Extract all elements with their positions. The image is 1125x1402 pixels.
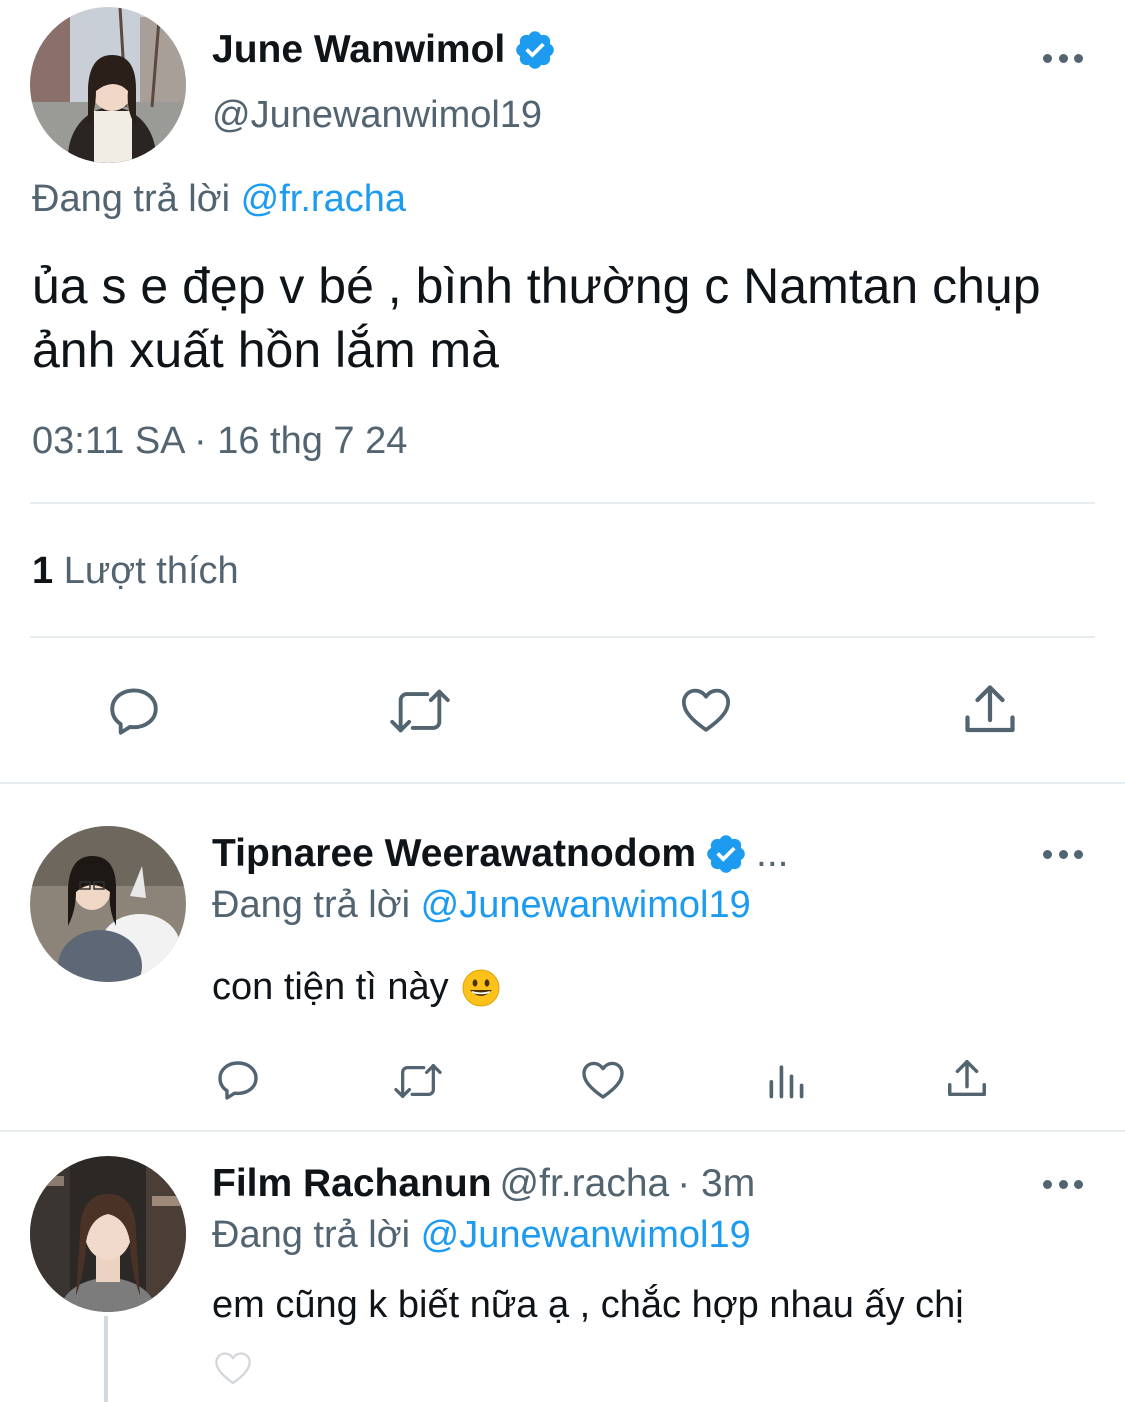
replying-to: Đang trả lời @Junewanwimol19 xyxy=(212,1214,751,1257)
tweet-text: ủa s e đẹp v bé , bình thường c Namtan c… xyxy=(32,258,1041,378)
reply-author-name-text: Tipnaree Weerawatnodom xyxy=(212,832,697,875)
reply-text-content: con tiện tì này xyxy=(212,966,449,1008)
heart-icon[interactable] xyxy=(676,682,736,738)
avatar-tipnaree[interactable] xyxy=(30,826,186,982)
retweet-icon[interactable] xyxy=(390,1058,446,1104)
author-handle[interactable]: @Junewanwimol19 xyxy=(212,94,542,137)
more-options-icon[interactable] xyxy=(1043,52,1083,64)
reply-text: em cũng k biết nữa ạ , chắc hợp nhau ấy … xyxy=(212,1284,964,1327)
divider xyxy=(30,636,1095,638)
reply-author-handle: @fr.racha xyxy=(499,1162,670,1205)
divider xyxy=(30,502,1095,504)
replying-to-label: Đang trả lời xyxy=(212,884,411,926)
avatar-june-wanwimol[interactable] xyxy=(30,7,186,163)
reply-author-name-text: Film Rachanun xyxy=(212,1162,492,1205)
avatar-film-rachanun[interactable] xyxy=(30,1156,186,1312)
replying-to: Đang trả lời @fr.racha xyxy=(32,178,406,221)
reply-author-name[interactable]: Film Rachanun @fr.racha · 3m xyxy=(212,1162,755,1206)
retweet-icon[interactable] xyxy=(386,682,454,740)
heart-icon[interactable] xyxy=(578,1056,628,1104)
author-name-text: June Wanwimol xyxy=(212,28,506,71)
thread-connector-line xyxy=(104,1316,108,1402)
verified-badge-icon xyxy=(516,31,555,69)
divider xyxy=(0,782,1125,784)
verified-badge-icon xyxy=(707,835,745,873)
divider xyxy=(0,1130,1125,1132)
reply-time: · 3m xyxy=(677,1162,756,1205)
more-options-icon[interactable] xyxy=(1043,1178,1083,1190)
reply-text-content: em cũng k biết nữa ạ , chắc hợp nhau ấy … xyxy=(212,1284,964,1326)
reply-text: con tiện tì này xyxy=(212,966,501,1009)
replying-to-label: Đang trả lời xyxy=(212,1214,411,1256)
tweet-timestamp[interactable]: 03:11 SA · 16 thg 7 24 xyxy=(32,420,407,463)
replying-to-label: Đang trả lời xyxy=(32,178,231,220)
replying-to-mention[interactable]: @fr.racha xyxy=(241,178,406,220)
likes-label: Lượt thích xyxy=(63,550,239,592)
likes-count: 1 xyxy=(32,550,54,592)
replying-to-mention[interactable]: @Junewanwimol19 xyxy=(421,884,751,926)
replying-to-mention[interactable]: @Junewanwimol19 xyxy=(421,1214,751,1256)
author-name[interactable]: June Wanwimol xyxy=(212,28,557,72)
analytics-icon[interactable] xyxy=(764,1058,808,1102)
tweet-detail-page: June Wanwimol @Junewanwimol19 Đang trả l… xyxy=(0,0,1125,1402)
more-options-icon[interactable] xyxy=(1043,848,1083,860)
reply-icon[interactable] xyxy=(104,682,164,740)
share-icon[interactable] xyxy=(944,1056,990,1102)
white-heart-icon[interactable] xyxy=(212,1348,254,1388)
reply-author-name[interactable]: Tipnaree Weerawatnodom ... xyxy=(212,832,789,876)
share-icon[interactable] xyxy=(960,680,1020,740)
reply-icon[interactable] xyxy=(214,1056,262,1104)
name-truncation: ... xyxy=(756,832,789,875)
replying-to: Đang trả lời @Junewanwimol19 xyxy=(212,884,751,927)
grinning-face-emoji xyxy=(461,968,501,1008)
likes-count-link[interactable]: 1 Lượt thích xyxy=(32,550,239,593)
